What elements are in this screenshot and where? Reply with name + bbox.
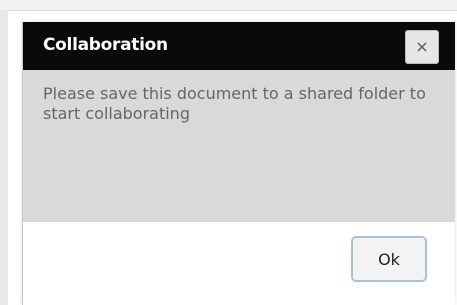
page-background-strip bbox=[0, 0, 457, 11]
dialog-message: Please save this document to a shared fo… bbox=[43, 84, 426, 123]
close-button[interactable]: × bbox=[405, 30, 439, 64]
collaboration-dialog: Collaboration × Please save this documen… bbox=[22, 22, 455, 305]
ok-button[interactable]: Ok bbox=[351, 236, 427, 282]
close-icon: × bbox=[415, 37, 429, 56]
dialog-titlebar: Collaboration × bbox=[23, 22, 455, 70]
dialog-footer: Ok bbox=[23, 222, 455, 305]
page-left-edge bbox=[0, 10, 8, 305]
ok-button-label: Ok bbox=[378, 249, 400, 269]
dialog-body: Please save this document to a shared fo… bbox=[23, 70, 455, 222]
dialog-title: Collaboration bbox=[43, 35, 168, 55]
